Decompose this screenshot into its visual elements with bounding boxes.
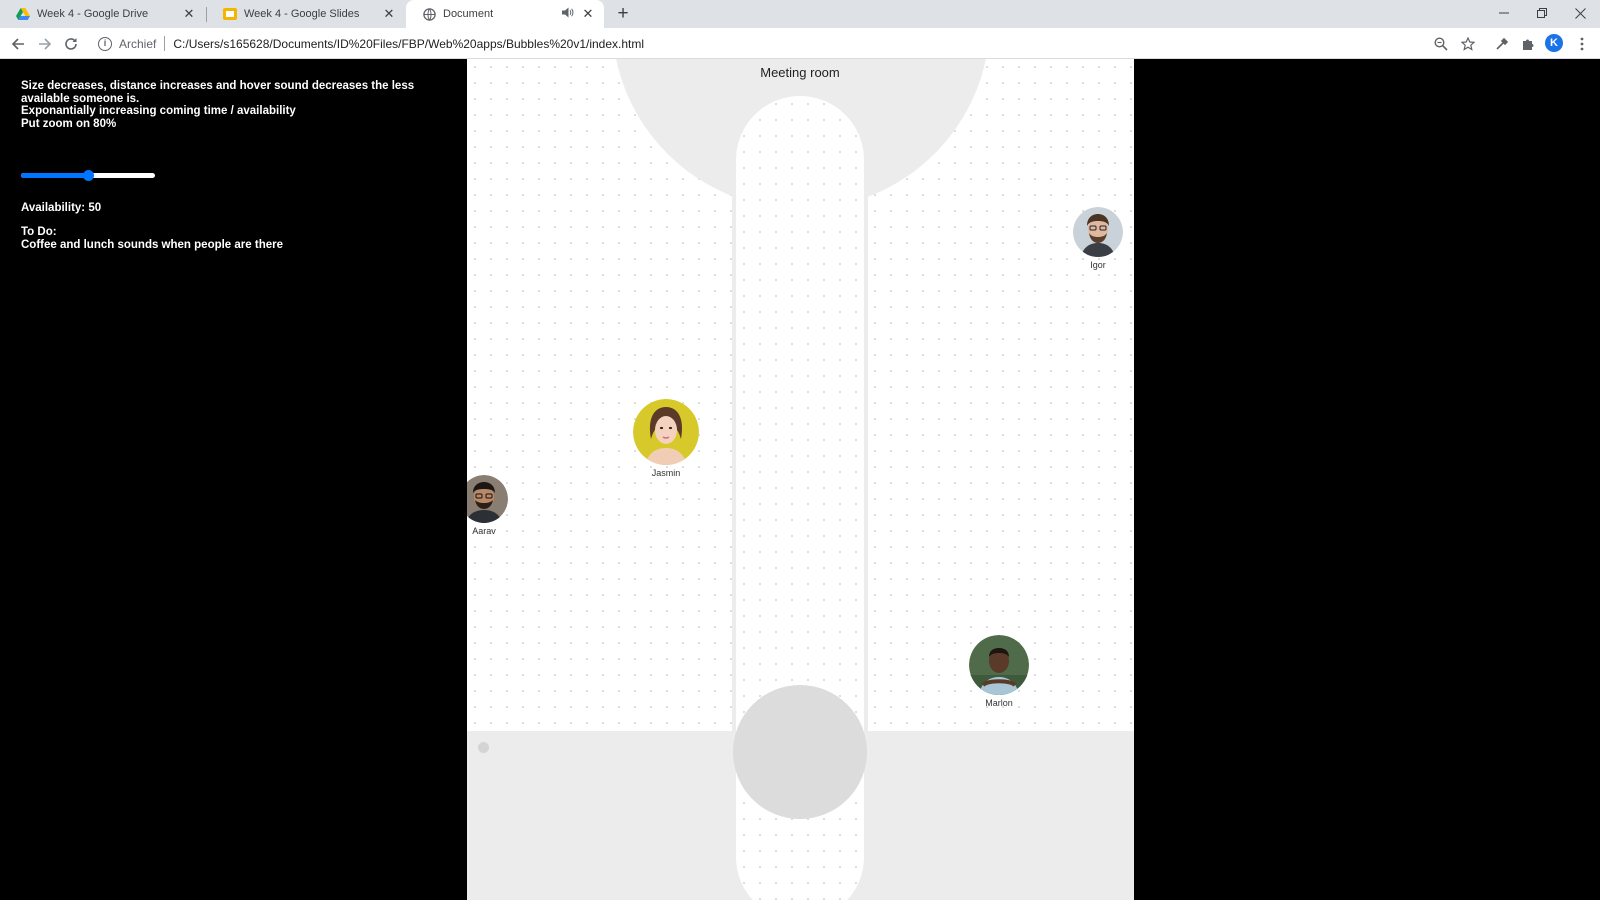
availability-value: Availability: 50 bbox=[21, 202, 102, 214]
star-icon[interactable] bbox=[1457, 33, 1479, 55]
tab-title: Document bbox=[443, 8, 494, 20]
close-tab-icon[interactable]: ✕ bbox=[181, 6, 197, 22]
eyedropper-extension-icon[interactable] bbox=[1491, 33, 1513, 55]
meeting-room-title: Meeting room bbox=[760, 65, 840, 80]
person-bubble-jasmin[interactable]: Jasmin bbox=[633, 399, 699, 478]
person-name: Jasmin bbox=[651, 468, 681, 478]
address-divider bbox=[164, 36, 166, 51]
tab-google-slides[interactable]: Week 4 - Google Slides ✕ bbox=[207, 0, 405, 28]
person-name: Aarav bbox=[472, 526, 496, 536]
extensions-puzzle-icon[interactable] bbox=[1517, 33, 1539, 55]
menu-kebab-icon[interactable] bbox=[1571, 33, 1593, 55]
person-bubble-igor[interactable]: Igor bbox=[1073, 207, 1123, 270]
google-drive-icon bbox=[16, 7, 30, 21]
info-line-1: Size decreases, distance increases and h… bbox=[21, 80, 415, 105]
todo-section: To Do: Coffee and lunch sounds when peop… bbox=[21, 226, 283, 251]
google-slides-icon bbox=[223, 7, 237, 21]
new-tab-button[interactable]: + bbox=[612, 4, 634, 26]
minimize-icon[interactable] bbox=[1484, 0, 1524, 26]
slider-thumb[interactable] bbox=[83, 170, 94, 181]
reload-icon[interactable] bbox=[59, 32, 83, 56]
tab-title: Week 4 - Google Slides bbox=[244, 8, 360, 20]
office-map[interactable]: Meeting room Igor Jasmin Aarav Marlon bbox=[467, 59, 1134, 900]
slider-fill bbox=[21, 173, 88, 178]
speaker-icon[interactable] bbox=[562, 7, 574, 21]
site-info-icon[interactable]: i bbox=[98, 36, 112, 51]
back-arrow-icon[interactable] bbox=[6, 32, 30, 56]
tab-title: Week 4 - Google Drive bbox=[37, 8, 149, 20]
self-position-dot[interactable] bbox=[478, 742, 489, 753]
browser-toolbar: i Archief C:/Users/s165628/Documents/ID%… bbox=[0, 28, 1600, 59]
todo-item: Coffee and lunch sounds when people are … bbox=[21, 238, 283, 251]
security-label: Archief bbox=[119, 36, 157, 51]
person-name: Marlon bbox=[985, 698, 1013, 708]
todo-heading: To Do: bbox=[21, 226, 57, 238]
person-bubble-marlon[interactable]: Marlon bbox=[969, 635, 1029, 708]
close-tab-icon[interactable]: ✕ bbox=[580, 6, 596, 22]
close-tab-icon[interactable]: ✕ bbox=[381, 6, 397, 22]
tab-document[interactable]: Document ✕ bbox=[406, 0, 604, 28]
availability-slider[interactable] bbox=[21, 170, 155, 181]
tab-google-drive[interactable]: Week 4 - Google Drive ✕ bbox=[0, 0, 205, 28]
address-bar[interactable]: i Archief C:/Users/s165628/Documents/ID%… bbox=[90, 31, 1488, 56]
man-glasses-beard-avatar[interactable] bbox=[1073, 207, 1123, 257]
info-line-3: Put zoom on 80% bbox=[21, 117, 117, 130]
info-panel: Size decreases, distance increases and h… bbox=[21, 80, 441, 130]
man-glasses-avatar[interactable] bbox=[467, 475, 508, 523]
info-line-2: Exponantially increasing coming time / a… bbox=[21, 105, 296, 117]
url-text[interactable]: C:/Users/s165628/Documents/ID%20Files/FB… bbox=[173, 37, 644, 51]
person-bubble-aarav[interactable]: Aarav bbox=[467, 475, 508, 536]
restore-icon[interactable] bbox=[1522, 0, 1562, 26]
page-viewport: Size decreases, distance increases and h… bbox=[0, 59, 1600, 900]
globe-icon bbox=[422, 7, 436, 21]
person-name: Igor bbox=[1090, 260, 1106, 270]
forward-arrow-icon[interactable] bbox=[33, 32, 57, 56]
tab-strip: Week 4 - Google Drive ✕ Week 4 - Google … bbox=[0, 0, 1600, 28]
page-right-margin bbox=[1134, 59, 1600, 900]
close-window-icon[interactable] bbox=[1560, 0, 1600, 26]
coffee-pod[interactable] bbox=[733, 685, 867, 819]
profile-avatar[interactable]: K bbox=[1545, 34, 1563, 52]
zoom-icon[interactable] bbox=[1430, 33, 1452, 55]
man-outdoor-avatar[interactable] bbox=[969, 635, 1029, 695]
woman-yellow-background-avatar[interactable] bbox=[633, 399, 699, 465]
